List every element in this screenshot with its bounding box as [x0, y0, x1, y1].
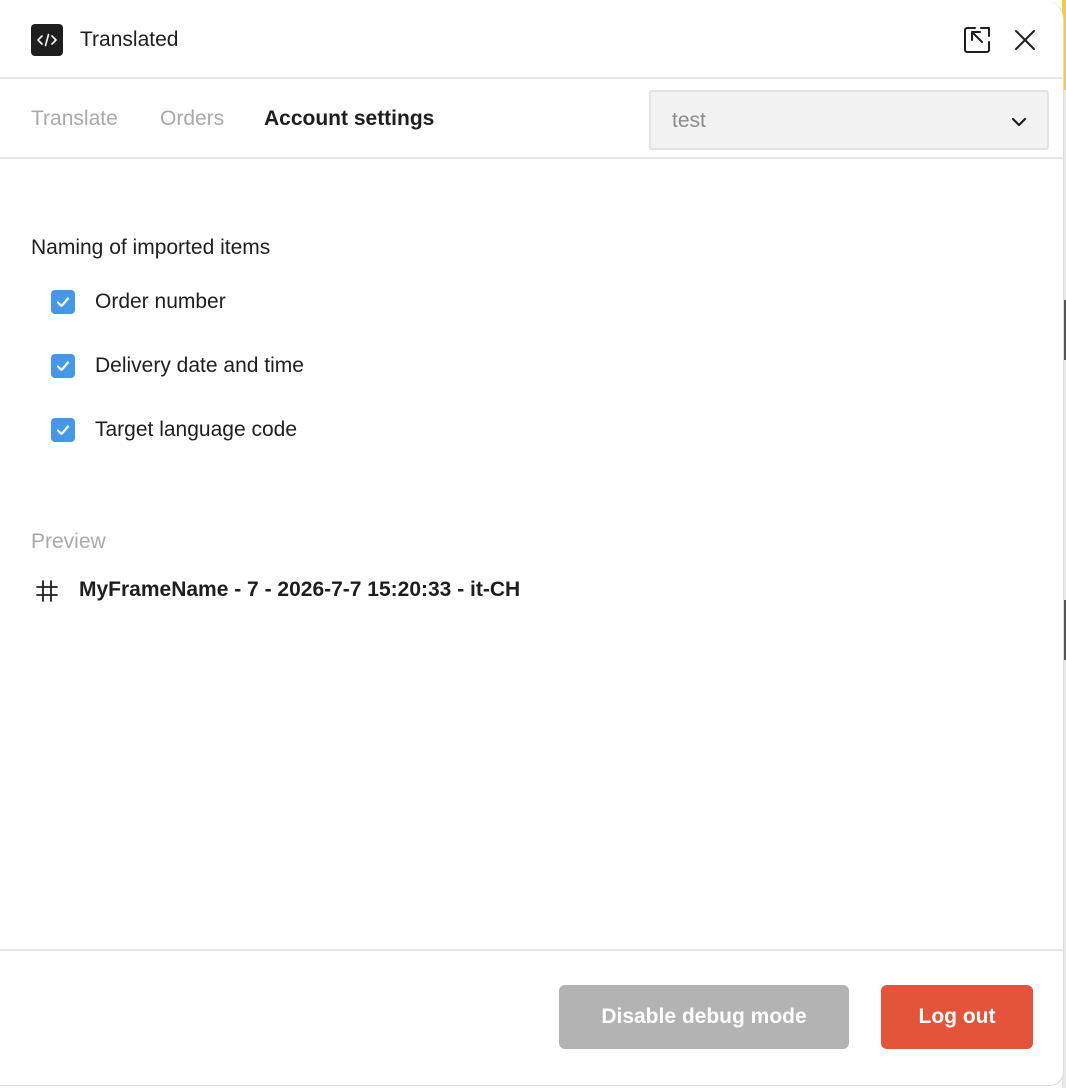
account-select[interactable]: test [649, 90, 1049, 150]
expand-arrow-icon [964, 27, 990, 53]
option-label: Target language code [95, 418, 297, 441]
close-icon [1015, 30, 1035, 50]
app-title: Translated [80, 28, 179, 51]
tab-account-settings[interactable]: Account settings [264, 107, 434, 131]
option-order-number[interactable]: Order number [51, 288, 226, 316]
expand-button[interactable] [959, 22, 995, 58]
disable-debug-mode-button[interactable]: Disable debug mode [559, 985, 849, 1049]
frame-hash-icon [36, 580, 58, 602]
preview-label: Preview [31, 530, 106, 553]
checkmark-icon [56, 425, 70, 436]
option-target-language-code[interactable]: Target language code [51, 416, 297, 444]
account-select-value: test [672, 109, 706, 132]
checkbox-checked[interactable] [51, 418, 75, 442]
close-button[interactable] [1007, 22, 1043, 58]
log-out-button[interactable]: Log out [881, 985, 1033, 1049]
checkbox-checked[interactable] [51, 290, 75, 314]
option-label: Order number [95, 290, 226, 313]
tab-bar: Translate Orders Account settings test [0, 79, 1063, 159]
window-footer: Disable debug mode Log out [0, 949, 1063, 1085]
checkmark-icon [56, 361, 70, 372]
plugin-window: Translated Translate Orders Account sett… [0, 0, 1064, 1086]
option-delivery-date-time[interactable]: Delivery date and time [51, 352, 304, 380]
naming-section-title: Naming of imported items [31, 236, 271, 259]
window-header: Translated [0, 0, 1063, 79]
tab-translate[interactable]: Translate [31, 107, 118, 131]
preview-value: MyFrameName - 7 - 2026-7-7 15:20:33 - it… [79, 578, 521, 601]
checkmark-icon [56, 297, 70, 308]
chevron-down-icon [1011, 117, 1027, 127]
option-label: Delivery date and time [95, 354, 304, 377]
code-icon [31, 24, 63, 56]
checkbox-checked[interactable] [51, 354, 75, 378]
tab-orders[interactable]: Orders [160, 107, 224, 131]
